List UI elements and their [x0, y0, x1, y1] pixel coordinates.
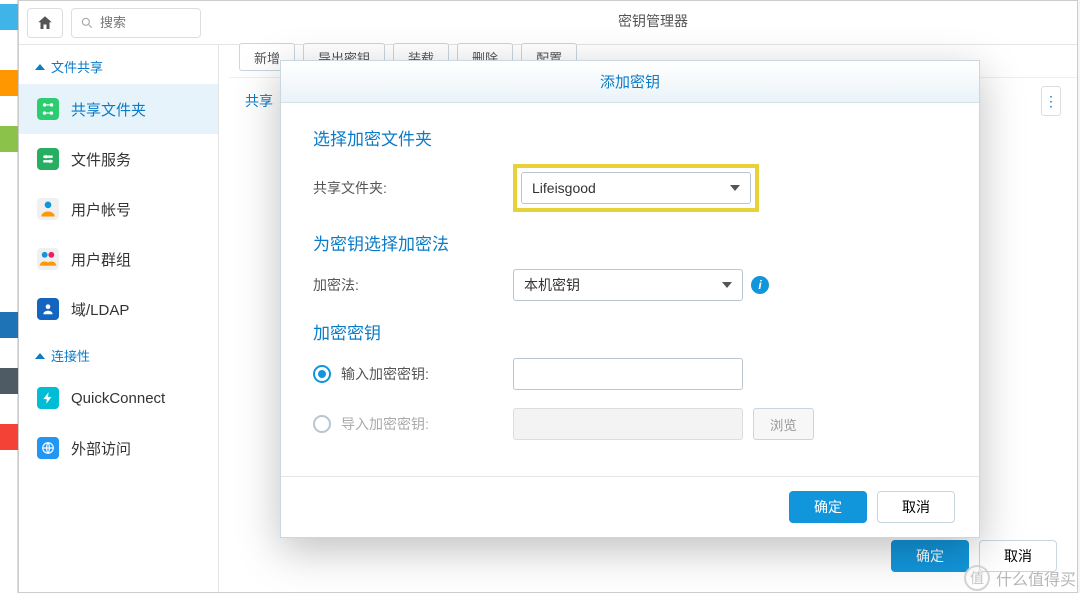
- radio-input-label: 输入加密密钥:: [341, 364, 429, 384]
- watermark: 值 什么值得买: [964, 565, 1076, 591]
- section-encryption-key: 加密密钥: [313, 319, 947, 344]
- section-select-folder: 选择加密文件夹: [313, 125, 947, 150]
- label-encryption-method: 加密法:: [313, 275, 513, 295]
- info-icon[interactable]: i: [751, 276, 769, 294]
- row-input-key: 输入加密密钥:: [313, 358, 947, 390]
- encryption-method-select[interactable]: 本机密钥: [513, 269, 743, 301]
- section-encryption-method: 为密钥选择加密法: [313, 230, 947, 255]
- radio-import-key[interactable]: [313, 415, 331, 433]
- radio-import-label: 导入加密密钥:: [341, 414, 429, 434]
- modal-body: 选择加密文件夹 共享文件夹: Lifeisgood 为密钥选择加密法 加密法: …: [281, 103, 979, 466]
- chevron-down-icon: [730, 185, 740, 191]
- radio-input-key[interactable]: [313, 365, 331, 383]
- encryption-key-input[interactable]: [513, 358, 743, 390]
- watermark-text: 什么值得买: [996, 566, 1076, 590]
- row-import-key: 导入加密密钥: 浏览: [313, 408, 947, 440]
- row-shared-folder: 共享文件夹: Lifeisgood: [313, 164, 947, 212]
- watermark-logo-icon: 值: [964, 565, 990, 591]
- label-shared-folder: 共享文件夹:: [313, 178, 513, 198]
- row-encryption-method: 加密法: 本机密钥 i: [313, 269, 947, 301]
- import-key-path-input: [513, 408, 743, 440]
- shared-folder-select[interactable]: Lifeisgood: [521, 172, 751, 204]
- modal-title: 添加密钥: [281, 61, 979, 103]
- modal-cancel-button[interactable]: 取消: [877, 491, 955, 523]
- add-key-modal: 添加密钥 选择加密文件夹 共享文件夹: Lifeisgood 为密钥选择加密法 …: [280, 60, 980, 538]
- browse-button: 浏览: [753, 408, 814, 440]
- modal-ok-button[interactable]: 确定: [789, 491, 867, 523]
- select-value: Lifeisgood: [532, 180, 596, 196]
- highlight-annotation: Lifeisgood: [513, 164, 759, 212]
- modal-footer: 确定 取消: [281, 476, 979, 537]
- chevron-down-icon: [722, 282, 732, 288]
- modal-overlay: 添加密钥 选择加密文件夹 共享文件夹: Lifeisgood 为密钥选择加密法 …: [0, 0, 1080, 593]
- select-value: 本机密钥: [524, 275, 580, 295]
